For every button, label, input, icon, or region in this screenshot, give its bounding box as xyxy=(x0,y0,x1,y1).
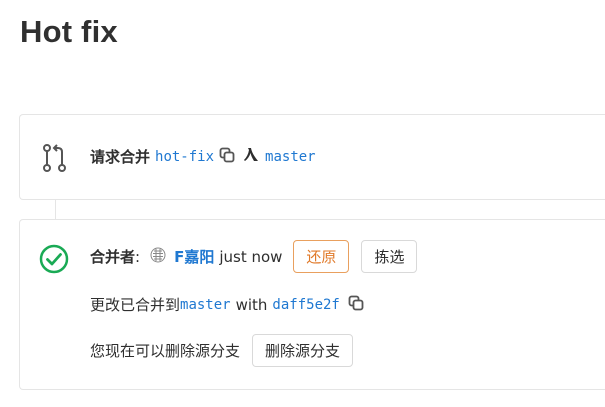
revert-button[interactable]: 还原 xyxy=(293,240,350,273)
merged-by-colon: : xyxy=(135,247,141,266)
changes-merged-row: 更改已合并到 master with daff5e2f xyxy=(90,294,372,315)
copy-icon[interactable] xyxy=(219,147,235,167)
merged-by-label: 合并者 xyxy=(90,248,136,266)
with-text: with xyxy=(235,295,268,314)
cherry-pick-button[interactable]: 拣选 xyxy=(361,240,418,273)
delete-branch-row: 您现在可以删除源分支 删除源分支 xyxy=(90,334,354,367)
arrow-into-icon xyxy=(243,146,259,167)
merge-request-row: 请求合并 hot-fix master xyxy=(90,146,316,167)
changes-merged-text: 更改已合并到 xyxy=(90,296,181,314)
page-title: Hot fix xyxy=(20,14,118,49)
commit-sha-link[interactable]: daff5e2f xyxy=(272,297,339,313)
target-branch-link[interactable]: master xyxy=(265,149,316,165)
copy-sha-icon[interactable] xyxy=(348,295,364,315)
merged-target-branch-link[interactable]: master xyxy=(180,297,231,313)
avatar[interactable] xyxy=(150,247,166,267)
merged-time: just now xyxy=(219,247,283,266)
merged-by-row: 合并者 : F嘉阳 just now 还原 拣选 xyxy=(90,240,418,273)
delete-branch-hint: 您现在可以删除源分支 xyxy=(90,342,241,360)
delete-source-branch-button[interactable]: 删除源分支 xyxy=(252,334,354,367)
user-link[interactable]: F嘉阳 xyxy=(174,246,214,267)
merge-request-label: 请求合并 xyxy=(90,148,151,166)
source-branch-link[interactable]: hot-fix xyxy=(155,149,214,165)
merge-request-icon xyxy=(40,143,68,177)
check-circle-icon xyxy=(39,244,69,278)
timeline-connector xyxy=(55,200,56,219)
